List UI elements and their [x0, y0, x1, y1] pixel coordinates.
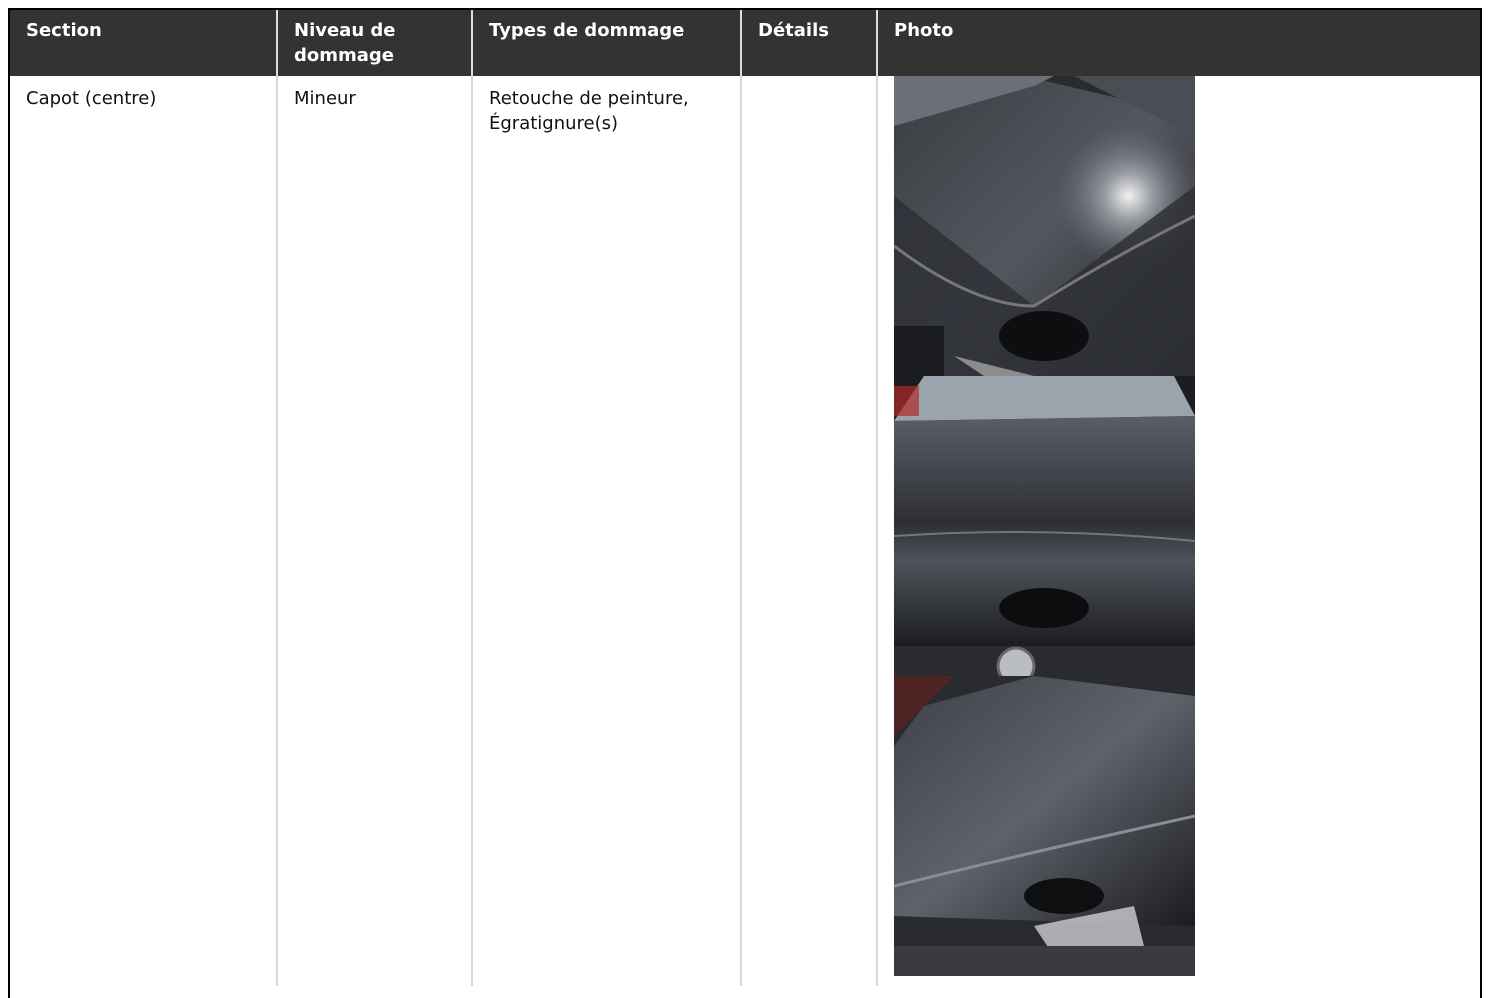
- table-row: Capot (centre) Mineur Retouche de peintu…: [10, 76, 1480, 986]
- damage-table: Section Niveau de dommage Types de domma…: [10, 10, 1480, 986]
- header-niveau: Niveau de dommage: [276, 10, 472, 76]
- car-hood-photo[interactable]: [894, 676, 1195, 976]
- photo-stack: [894, 76, 1195, 976]
- header-photo: Photo: [876, 10, 1480, 76]
- car-hood-photo[interactable]: [894, 376, 1195, 676]
- table-header-row: Section Niveau de dommage Types de domma…: [10, 10, 1480, 76]
- damage-report-frame: Section Niveau de dommage Types de domma…: [8, 8, 1482, 998]
- cell-details: [740, 76, 877, 986]
- header-section: Section: [10, 10, 277, 76]
- header-types: Types de dommage: [471, 10, 741, 76]
- car-hood-photo[interactable]: [894, 76, 1195, 376]
- header-details: Détails: [740, 10, 877, 76]
- cell-types: Retouche de peinture, Égratignure(s): [471, 76, 741, 986]
- cell-photo: [876, 76, 1480, 986]
- cell-niveau: Mineur: [276, 76, 472, 986]
- cell-section: Capot (centre): [26, 88, 157, 109]
